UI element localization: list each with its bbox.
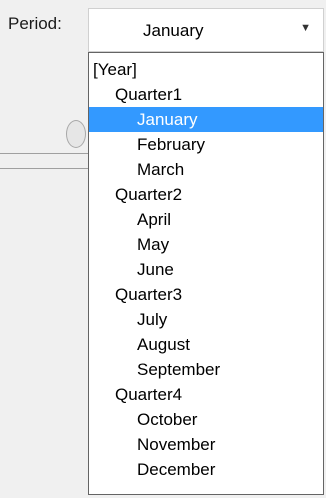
dropdown-item-october[interactable]: October: [89, 407, 323, 432]
dropdown-item-may[interactable]: May: [89, 232, 323, 257]
dropdown-item-june[interactable]: June: [89, 257, 323, 282]
period-dropdown-list[interactable]: [Year] Quarter1 January February March Q…: [88, 52, 324, 495]
dropdown-item-march[interactable]: March: [89, 157, 323, 182]
dropdown-item-year[interactable]: [Year]: [89, 57, 323, 82]
divider: [0, 153, 88, 154]
dropdown-item-november[interactable]: November: [89, 432, 323, 457]
dropdown-item-september[interactable]: September: [89, 357, 323, 382]
radio-button[interactable]: [66, 120, 86, 148]
chevron-down-icon[interactable]: ▼: [300, 22, 311, 34]
divider: [0, 168, 88, 169]
dropdown-item-quarter3[interactable]: Quarter3: [89, 282, 323, 307]
period-combobox[interactable]: January ▼: [88, 8, 324, 52]
dropdown-item-january[interactable]: January: [89, 107, 323, 132]
dropdown-item-quarter4[interactable]: Quarter4: [89, 382, 323, 407]
dropdown-item-quarter1[interactable]: Quarter1: [89, 82, 323, 107]
dropdown-item-july[interactable]: July: [89, 307, 323, 332]
dropdown-item-april[interactable]: April: [89, 207, 323, 232]
dropdown-item-december[interactable]: December: [89, 457, 323, 482]
period-label: Period:: [8, 14, 62, 33]
dropdown-item-august[interactable]: August: [89, 332, 323, 357]
period-selected-value: January: [143, 21, 204, 40]
dropdown-item-february[interactable]: February: [89, 132, 323, 157]
dropdown-item-quarter2[interactable]: Quarter2: [89, 182, 323, 207]
